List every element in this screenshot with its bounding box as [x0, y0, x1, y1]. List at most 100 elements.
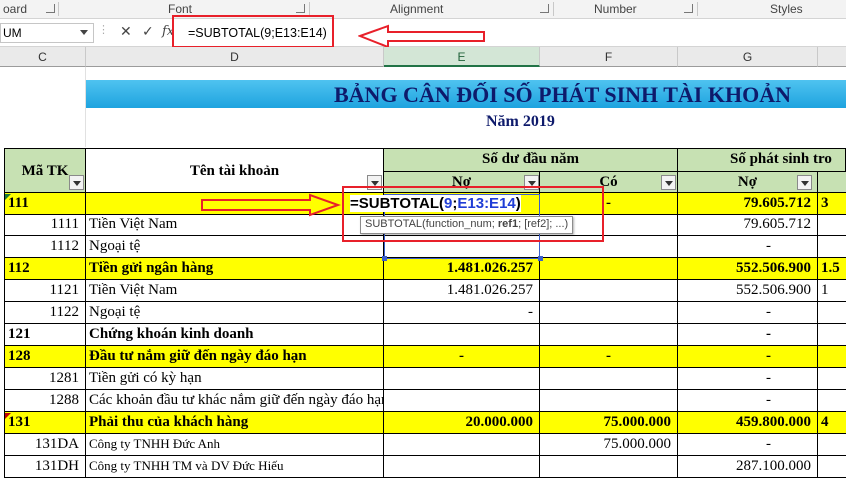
- cell-code-131[interactable]: 131: [4, 412, 86, 434]
- cell-f-112[interactable]: [540, 258, 678, 280]
- cell-g-1112[interactable]: -: [678, 236, 818, 258]
- column-header-h[interactable]: [818, 47, 846, 67]
- ribbon-group-font: Font: [168, 2, 193, 16]
- column-header-f[interactable]: F: [540, 47, 678, 67]
- cell-name-112[interactable]: Tiền gửi ngân hàng: [86, 258, 384, 280]
- cell-code-121[interactable]: 121: [4, 324, 86, 346]
- cell-e-131DH[interactable]: [384, 456, 540, 478]
- cell-h-128[interactable]: [818, 346, 846, 368]
- dialog-launcher-icon[interactable]: [684, 4, 693, 13]
- cell-f-128[interactable]: -: [540, 346, 678, 368]
- cell-e-131DA[interactable]: [384, 434, 540, 456]
- cell-h-131DH[interactable]: [818, 456, 846, 478]
- cell-g-128[interactable]: -: [678, 346, 818, 368]
- cell-name-121[interactable]: Chứng khoán kinh doanh: [86, 324, 384, 346]
- cell-g-1288[interactable]: -: [678, 390, 818, 412]
- cell-e-121[interactable]: [384, 324, 540, 346]
- cell-f-1281[interactable]: [540, 368, 678, 390]
- cell-code-1281[interactable]: 1281: [4, 368, 86, 390]
- dialog-launcher-icon[interactable]: [46, 4, 55, 13]
- cell-h-112[interactable]: 1.5: [818, 258, 846, 280]
- header-ten-tk-label: Tên tài khoản: [189, 163, 280, 179]
- cell-name-1121[interactable]: Tiền Việt Nam: [86, 280, 384, 302]
- ribbon-separator: [309, 2, 310, 16]
- cell-g-131[interactable]: 459.800.000: [678, 412, 818, 434]
- cell-name-1111[interactable]: Tiền Việt Nam: [86, 214, 384, 236]
- header-ma-tk-label: Mã TK: [21, 163, 69, 179]
- ribbon-group-labels: oard Font Alignment Number Styles: [0, 0, 846, 19]
- cell-g-112[interactable]: 552.506.900: [678, 258, 818, 280]
- cell-h-1121[interactable]: 1: [818, 280, 846, 302]
- cell-indicator-icon: [5, 413, 11, 419]
- cell-e-131[interactable]: 20.000.000: [384, 412, 540, 434]
- cell-code-1288[interactable]: 1288: [4, 390, 86, 412]
- cell-e-1281[interactable]: [384, 368, 540, 390]
- cell-g-1281[interactable]: -: [678, 368, 818, 390]
- cell-g-131DH[interactable]: 287.100.000: [678, 456, 818, 478]
- cell-code-1112[interactable]: 1112: [4, 236, 86, 258]
- cell-g-1111[interactable]: 79.605.712: [678, 214, 818, 236]
- dialog-launcher-icon[interactable]: [296, 4, 305, 13]
- cell-h-1288[interactable]: [818, 390, 846, 412]
- cell-f-131DA[interactable]: 75.000.000: [540, 434, 678, 456]
- range-handle[interactable]: [538, 256, 543, 261]
- cell-g-1121[interactable]: 552.506.900: [678, 280, 818, 302]
- chevron-down-icon[interactable]: [80, 30, 88, 35]
- formula-highlight-box: [172, 15, 334, 48]
- ribbon-group-styles: Styles: [770, 2, 803, 16]
- dialog-launcher-icon[interactable]: [540, 4, 549, 13]
- filter-dropdown-icon[interactable]: [797, 175, 812, 190]
- cell-code-1122[interactable]: 1122: [4, 302, 86, 324]
- cell-name-131DH[interactable]: Công ty TNHH TM và DV Đức Hiếu: [86, 456, 384, 478]
- cancel-icon[interactable]: ✕: [120, 24, 132, 40]
- cell-name-1112[interactable]: Ngoại tệ: [86, 236, 384, 258]
- cell-name-1122[interactable]: Ngoại tệ: [86, 302, 384, 324]
- cell-g-121[interactable]: -: [678, 324, 818, 346]
- cell-name-128[interactable]: Đầu tư nắm giữ đến ngày đáo hạn: [86, 346, 384, 368]
- filter-dropdown-icon[interactable]: [69, 175, 84, 190]
- cell-code-111[interactable]: 111: [4, 193, 86, 215]
- filter-dropdown-icon[interactable]: [661, 175, 676, 190]
- cell-f-131DH[interactable]: [540, 456, 678, 478]
- cell-f-131[interactable]: 75.000.000: [540, 412, 678, 434]
- column-header-g[interactable]: G: [678, 47, 818, 67]
- cell-h-121[interactable]: [818, 324, 846, 346]
- header-ten-tk: Tên tài khoản: [86, 148, 384, 193]
- cell-f-1121[interactable]: [540, 280, 678, 302]
- cell-g-131DA[interactable]: -: [678, 434, 818, 456]
- cell-code-112[interactable]: 112: [4, 258, 86, 280]
- cell-f-1288[interactable]: [540, 390, 678, 412]
- cell-code-1111[interactable]: 1111: [4, 214, 86, 236]
- cell-name-131[interactable]: Phải thu của khách hàng: [86, 412, 384, 434]
- cell-h-1111[interactable]: [818, 214, 846, 236]
- cell-h-111[interactable]: 3: [818, 193, 846, 215]
- column-header-e[interactable]: E: [384, 47, 540, 67]
- cell-f-1122[interactable]: [540, 302, 678, 324]
- cell-f-121[interactable]: [540, 324, 678, 346]
- cell-h-131[interactable]: 4: [818, 412, 846, 434]
- enter-icon[interactable]: ✓: [142, 24, 154, 40]
- cell-h-131DA[interactable]: [818, 434, 846, 456]
- sheet-title: BẢNG CÂN ĐỐI SỐ PHÁT SINH TÀI KHOẢN: [334, 82, 791, 107]
- column-header-d[interactable]: D: [86, 47, 384, 67]
- cell-code-131DA[interactable]: 131DA: [4, 434, 86, 456]
- cell-h-1112[interactable]: [818, 236, 846, 258]
- cell-h-1122[interactable]: [818, 302, 846, 324]
- cell-e-1288[interactable]: [384, 390, 540, 412]
- cell-name-131DA[interactable]: Công ty TNHH Đức Anh: [86, 434, 384, 456]
- cell-h-1281[interactable]: [818, 368, 846, 390]
- range-handle[interactable]: [382, 256, 387, 261]
- cell-code-1121[interactable]: 1121: [4, 280, 86, 302]
- cell-name-1288[interactable]: Các khoản đầu tư khác nắm giữ đến ngày đ…: [86, 390, 384, 412]
- more-options-icon[interactable]: ⋮: [98, 23, 109, 36]
- cell-g-1122[interactable]: -: [678, 302, 818, 324]
- cell-code-128[interactable]: 128: [4, 346, 86, 368]
- cell-e-128[interactable]: -: [384, 346, 540, 368]
- cell-code-131DH[interactable]: 131DH: [4, 456, 86, 478]
- cell-g-111[interactable]: 79.605.712: [678, 193, 818, 215]
- column-header-c[interactable]: C: [0, 47, 86, 67]
- cell-name-1281[interactable]: Tiền gửi có kỳ hạn: [86, 368, 384, 390]
- cell-e-112[interactable]: 1.481.026.257: [384, 258, 540, 280]
- cell-e-1121[interactable]: 1.481.026.257: [384, 280, 540, 302]
- cell-e-1122[interactable]: -: [384, 302, 540, 324]
